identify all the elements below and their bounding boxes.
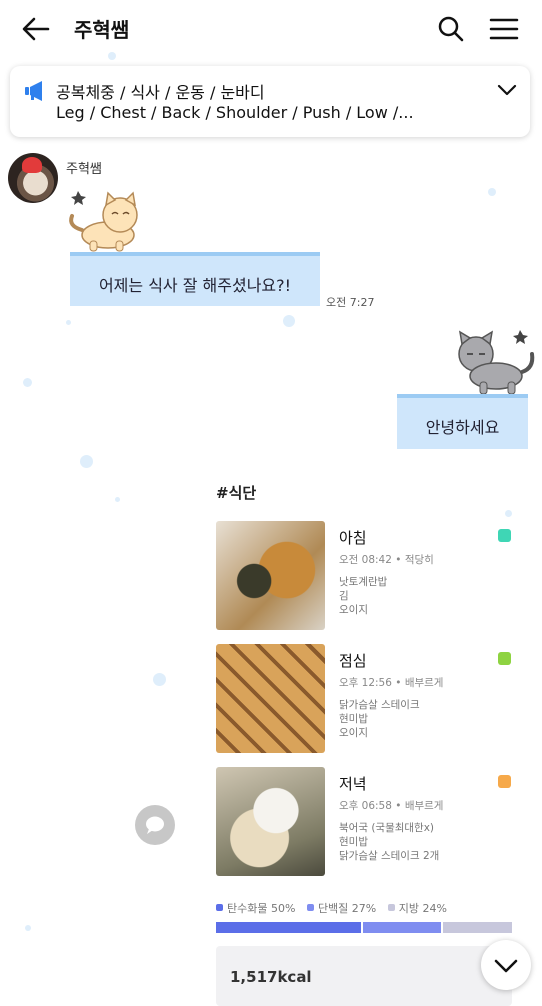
search-button[interactable]: [436, 14, 466, 44]
megaphone-icon: [25, 81, 42, 101]
meal-color-badge: [498, 529, 511, 542]
meal-photo[interactable]: [216, 644, 325, 753]
meal-dinner[interactable]: 저녁 오후 06:58 • 배부르게 북어국 (국물최대한x) 현미밥 닭가슴살…: [216, 767, 516, 877]
background-dot: [115, 497, 120, 502]
meal-color-badge: [498, 775, 511, 788]
background-dot: [153, 673, 166, 686]
food-item: 오이지: [339, 727, 368, 739]
background-dot: [66, 320, 71, 325]
background-dot: [283, 315, 295, 327]
chevron-down-icon: [494, 959, 518, 973]
food-item: 낫토계란밥: [339, 576, 388, 588]
meal-name: 저녁: [339, 775, 367, 793]
meal-breakfast[interactable]: 아침 오전 08:42 • 적당히 낫토계란밥 김 오이지: [216, 521, 516, 631]
food-item: 오이지: [339, 604, 368, 616]
background-dot: [488, 188, 496, 196]
cat-sticker-icon: [458, 330, 535, 395]
background-dot: [80, 455, 93, 468]
comment-button[interactable]: [135, 805, 175, 845]
meal-time: 오후 12:56 • 배부르게: [339, 677, 444, 689]
incoming-message-text: 어제는 식사 잘 해주셨나요?!: [98, 276, 292, 295]
background-dot: [25, 925, 31, 931]
notice-line-1: 공복체중 / 식사 / 운동 / 눈바디: [56, 83, 265, 102]
macro-bar-segment: [442, 922, 512, 933]
legend-swatch: [306, 904, 314, 911]
food-item: 북어국 (국물최대한x): [339, 822, 435, 834]
macro-bar-segment: [216, 922, 361, 933]
legend-item: 탄수화물 50%: [216, 902, 295, 915]
sender-name: 주혁쌤: [66, 162, 102, 177]
macro-legend: 탄수화물 50% 단백질 27% 지방 24%: [216, 900, 455, 916]
notice-line-2: Leg / Chest / Back / Shoulder / Push / L…: [56, 103, 414, 122]
arrow-left-icon: [22, 17, 50, 41]
macro-bar-segment: [362, 922, 441, 933]
food-item: 현미밥: [339, 713, 368, 725]
meal-time: 오전 08:42 • 적당히: [339, 554, 434, 566]
kcal-summary: 1,517kcal: [216, 946, 512, 1006]
chevron-down-icon[interactable]: [496, 80, 518, 100]
meal-photo[interactable]: [216, 521, 325, 630]
meal-name: 아침: [339, 529, 367, 547]
cat-sticker-icon: [69, 191, 138, 252]
legend-swatch: [216, 904, 223, 911]
speech-bubble-icon: [146, 816, 164, 834]
scroll-to-bottom-button[interactable]: [481, 940, 531, 990]
meal-time: 오후 06:58 • 배부르게: [339, 800, 444, 812]
background-dot: [23, 378, 32, 387]
search-icon: [438, 16, 464, 42]
outgoing-message-text: 안녕하세요: [425, 418, 500, 437]
avatar[interactable]: [8, 153, 58, 203]
outgoing-message-bubble[interactable]: 안녕하세요: [397, 394, 528, 449]
page-title: 주혁쌤: [74, 18, 130, 42]
meal-lunch[interactable]: 점심 오후 12:56 • 배부르게 닭가슴살 스테이크 현미밥 오이지: [216, 644, 516, 754]
pinned-notice[interactable]: 공복체중 / 식사 / 운동 / 눈바디 Leg / Chest / Back …: [10, 66, 530, 137]
background-dot: [505, 510, 512, 517]
back-button[interactable]: [18, 14, 54, 44]
hamburger-menu-icon: [489, 18, 519, 40]
kcal-total: 1,517kcal: [230, 968, 312, 986]
incoming-message-bubble[interactable]: 어제는 식사 잘 해주셨나요?!: [70, 252, 320, 306]
meal-name: 점심: [339, 652, 367, 670]
meal-photo[interactable]: [216, 767, 325, 876]
message-time: 오전 7:27: [326, 296, 375, 309]
legend-item: 단백질 27%: [306, 902, 376, 915]
legend-swatch: [387, 904, 395, 911]
food-item: 현미밥: [339, 836, 368, 848]
food-item: 닭가슴살 스테이크 2개: [339, 850, 440, 862]
app-header: 주혁쌤: [0, 0, 542, 58]
menu-button[interactable]: [488, 14, 520, 44]
diet-tag: #식단: [216, 484, 257, 502]
macro-ratio-bar: [216, 922, 512, 933]
food-item: 김: [339, 590, 349, 602]
food-item: 닭가슴살 스테이크: [339, 699, 420, 711]
meal-color-badge: [498, 652, 511, 665]
legend-item: 지방 24%: [387, 902, 447, 915]
